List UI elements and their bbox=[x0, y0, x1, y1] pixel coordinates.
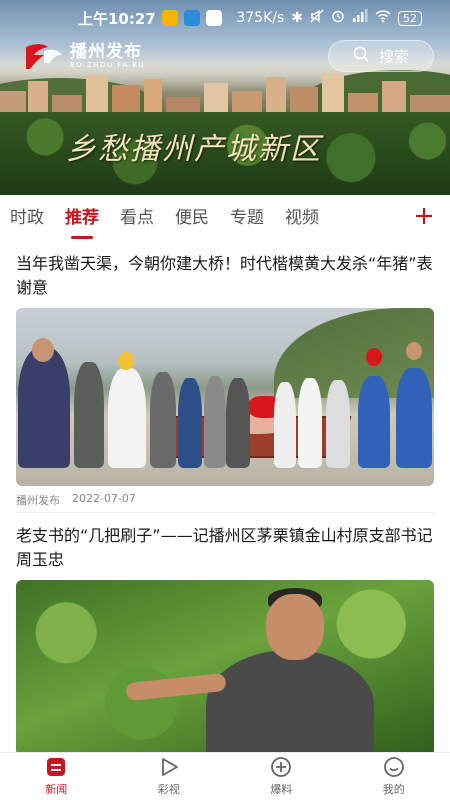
nav-news-label: 新闻 bbox=[45, 783, 68, 796]
person bbox=[74, 362, 104, 468]
article-source: 播州发布 bbox=[16, 494, 60, 507]
banner-slogan: 乡愁播州产城新区 bbox=[66, 132, 322, 167]
notification-icon-2 bbox=[183, 10, 200, 26]
search-icon bbox=[353, 46, 369, 66]
person bbox=[326, 380, 350, 468]
bluetooth-icon: ✱ bbox=[291, 10, 303, 26]
channel-tabs: 时政 推荐 看点 便民 专题 视频 bbox=[0, 195, 450, 243]
play-icon bbox=[158, 756, 180, 778]
tab-zhuanti[interactable]: 专题 bbox=[230, 195, 264, 243]
person bbox=[204, 376, 226, 468]
logo-subtitle: BO ZHOU FA BU bbox=[70, 60, 146, 69]
person-head bbox=[406, 342, 422, 360]
man-face bbox=[266, 594, 324, 660]
tab-shipin[interactable]: 视频 bbox=[285, 195, 319, 243]
person bbox=[178, 378, 202, 468]
nav-mine-label: 我的 bbox=[382, 783, 405, 796]
logo-title: 播州发布 bbox=[70, 41, 142, 62]
add-channel-icon[interactable] bbox=[414, 206, 434, 226]
status-bar: 上午10:27 375K/s ✱ 52 bbox=[0, 0, 450, 36]
signal-icon bbox=[352, 9, 368, 27]
search-label: 搜索 bbox=[378, 47, 409, 66]
plus-circle-icon bbox=[270, 756, 292, 778]
nav-report[interactable]: 爆料 bbox=[225, 753, 338, 800]
article-card[interactable]: 老支书的“几把刷子”——记播州区茅栗镇金山村原支部书记周玉忠 bbox=[16, 524, 434, 756]
nav-mine[interactable]: 我的 bbox=[338, 753, 450, 800]
tab-shizheng[interactable]: 时政 bbox=[10, 195, 44, 243]
tab-tuijian[interactable]: 推荐 bbox=[65, 195, 99, 243]
person-head bbox=[118, 352, 134, 370]
article-card[interactable]: 当年我凿天渠，今朝你建大桥！时代楷模黄大发杀“年猪”表谢意 播州发布 2022-… bbox=[16, 252, 434, 508]
search-button[interactable]: 搜索 bbox=[328, 40, 434, 72]
article-meta: 播州发布 2022-07-07 bbox=[16, 492, 434, 508]
wifi-icon bbox=[375, 9, 391, 27]
notification-icon-3 bbox=[205, 10, 222, 26]
logo-mark-icon bbox=[22, 41, 66, 71]
mute-icon bbox=[310, 9, 324, 27]
person-head bbox=[32, 338, 54, 362]
person bbox=[108, 368, 146, 468]
alarm-icon bbox=[331, 9, 345, 27]
status-time: 上午10:27 bbox=[78, 9, 156, 28]
person bbox=[358, 376, 390, 468]
nav-news[interactable]: 新闻 bbox=[0, 753, 113, 800]
person-head bbox=[366, 348, 382, 366]
person bbox=[150, 372, 176, 468]
article-title[interactable]: 老支书的“几把刷子”——记播州区茅栗镇金山村原支部书记周玉忠 bbox=[16, 524, 434, 572]
network-speed: 375K/s bbox=[236, 10, 285, 26]
person bbox=[396, 368, 432, 468]
person bbox=[18, 348, 70, 468]
notification-icon-1 bbox=[161, 10, 178, 26]
person bbox=[298, 378, 322, 468]
smile-icon bbox=[383, 756, 405, 778]
article-thumbnail[interactable] bbox=[16, 580, 434, 756]
man-shirt bbox=[206, 650, 374, 756]
app-logo[interactable]: 播州发布 BO ZHOU FA BU bbox=[22, 41, 145, 71]
article-title[interactable]: 当年我凿天渠，今朝你建大桥！时代楷模黄大发杀“年猪”表谢意 bbox=[16, 252, 434, 300]
person bbox=[226, 378, 250, 468]
nav-report-label: 爆料 bbox=[270, 783, 293, 796]
news-icon bbox=[45, 756, 67, 778]
person bbox=[274, 382, 296, 468]
divider bbox=[16, 512, 434, 513]
article-date: 2022-07-07 bbox=[72, 492, 136, 505]
app-header: 播州发布 BO ZHOU FA BU 搜索 bbox=[0, 36, 450, 76]
tab-kandian[interactable]: 看点 bbox=[120, 195, 154, 243]
bottom-nav: 新闻 彩视 爆料 我的 bbox=[0, 752, 450, 800]
battery-indicator: 52 bbox=[398, 10, 422, 26]
tab-bianmin[interactable]: 便民 bbox=[175, 195, 209, 243]
article-thumbnail[interactable] bbox=[16, 308, 434, 486]
nav-video[interactable]: 彩视 bbox=[113, 753, 226, 800]
nav-video-label: 彩视 bbox=[157, 783, 180, 796]
